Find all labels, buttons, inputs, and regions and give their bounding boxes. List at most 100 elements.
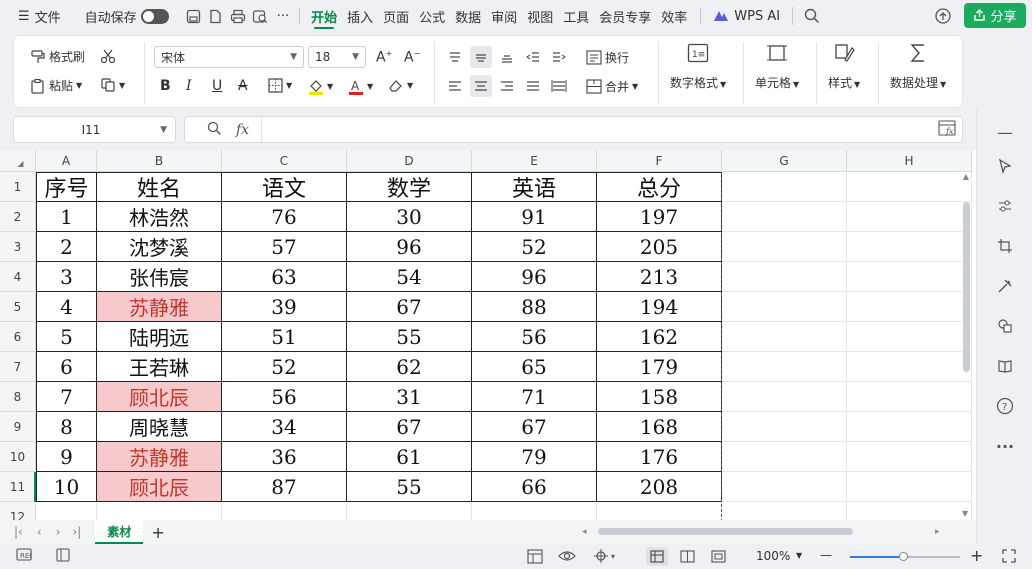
increase-font-button[interactable]: A+ — [376, 49, 392, 66]
sheet-tab-active[interactable]: 素材 — [95, 520, 144, 544]
table-cell[interactable]: 213 — [597, 262, 722, 292]
zoom-slider-handle[interactable] — [899, 552, 908, 561]
more-menu[interactable]: ··· — [273, 0, 293, 32]
empty-cell[interactable] — [722, 472, 847, 502]
clear-format-button[interactable]: ▼ — [388, 78, 413, 93]
toggle-switch[interactable] — [140, 8, 169, 24]
crop-icon[interactable] — [993, 234, 1017, 258]
empty-cell[interactable] — [722, 352, 847, 382]
save-icon[interactable] — [183, 5, 205, 27]
fill-color-button[interactable]: ▼ — [308, 78, 333, 95]
row-header[interactable]: 5 — [0, 292, 36, 322]
add-sheet-button[interactable]: + — [151, 523, 164, 542]
row-header[interactable]: 1 — [0, 172, 36, 202]
row-header[interactable]: 4 — [0, 262, 36, 292]
align-bottom-icon[interactable] — [496, 46, 518, 68]
empty-cell[interactable] — [347, 502, 472, 520]
table-header-cell[interactable]: 序号 — [36, 172, 97, 202]
font-size-select[interactable]: 18 ▼ — [308, 46, 366, 68]
vscroll-thumb[interactable] — [963, 202, 970, 372]
column-header[interactable]: F — [597, 150, 722, 172]
table-cell[interactable]: 51 — [222, 322, 347, 352]
table-cell[interactable]: 1 — [36, 202, 97, 232]
tab-3[interactable]: 公式 — [414, 0, 450, 32]
align-right-icon[interactable] — [496, 75, 518, 97]
table-cell[interactable]: 林浩然 — [97, 202, 222, 232]
column-header[interactable]: D — [347, 150, 472, 172]
empty-cell[interactable] — [847, 382, 972, 412]
table-cell[interactable]: 63 — [222, 262, 347, 292]
table-cell[interactable]: 王若琳 — [97, 352, 222, 382]
wrap-text-button[interactable]: 换行 — [586, 49, 629, 66]
empty-cell[interactable] — [472, 502, 597, 520]
normal-view-icon[interactable] — [646, 547, 668, 566]
cut-button[interactable] — [100, 48, 116, 64]
page-view-icon[interactable] — [711, 550, 726, 566]
table-cell[interactable]: 31 — [347, 382, 472, 412]
table-cell[interactable]: 96 — [472, 262, 597, 292]
name-box[interactable]: I11 ▼ — [13, 116, 176, 143]
column-header[interactable]: E — [472, 150, 597, 172]
table-cell[interactable]: 176 — [597, 442, 722, 472]
wps-ai-button[interactable]: WPS AI — [709, 0, 784, 32]
table-cell[interactable]: 55 — [347, 472, 472, 502]
table-cell[interactable]: 91 — [472, 202, 597, 232]
fx-icon[interactable]: fx — [236, 122, 249, 138]
column-header[interactable]: A — [36, 150, 97, 172]
row-header[interactable]: 2 — [0, 202, 36, 232]
column-header[interactable]: C — [222, 150, 347, 172]
table-header-cell[interactable]: 总分 — [597, 172, 722, 202]
table-cell[interactable]: 197 — [597, 202, 722, 232]
table-cell[interactable]: 张伟宸 — [97, 262, 222, 292]
select-cursor-icon[interactable] — [993, 154, 1017, 178]
search-icon[interactable] — [801, 5, 823, 27]
table-cell[interactable]: 61 — [347, 442, 472, 472]
row-header[interactable]: 11 — [0, 472, 36, 502]
formula-input[interactable] — [261, 117, 938, 142]
table-cell[interactable]: 52 — [472, 232, 597, 262]
table-cell[interactable]: 5 — [36, 322, 97, 352]
strikethrough-button[interactable]: A — [238, 78, 248, 94]
empty-cell[interactable] — [847, 352, 972, 382]
print-icon[interactable] — [227, 5, 249, 27]
last-sheet-icon[interactable]: ›| — [72, 525, 81, 539]
cell-button[interactable]: 单元格 ▼ — [755, 42, 799, 91]
empty-cell[interactable] — [847, 292, 972, 322]
table-cell[interactable]: 54 — [347, 262, 472, 292]
empty-cell[interactable] — [722, 502, 847, 520]
table-header-cell[interactable]: 英语 — [472, 172, 597, 202]
table-cell[interactable]: 67 — [472, 412, 597, 442]
hscroll-left-icon[interactable]: ◂ — [582, 527, 587, 537]
next-sheet-icon[interactable]: › — [56, 525, 61, 539]
zoom-slider[interactable] — [850, 552, 960, 561]
align-top-icon[interactable] — [444, 46, 466, 68]
share-button[interactable]: 分享 — [964, 3, 1026, 28]
font-color-button[interactable]: A ▼ — [348, 78, 373, 95]
reading-view-icon[interactable] — [680, 550, 695, 566]
empty-cell[interactable] — [847, 412, 972, 442]
tab-5[interactable]: 审阅 — [486, 0, 522, 32]
empty-cell[interactable] — [722, 412, 847, 442]
table-cell[interactable]: 39 — [222, 292, 347, 322]
tab-4[interactable]: 数据 — [450, 0, 486, 32]
table-cell[interactable]: 168 — [597, 412, 722, 442]
italic-button[interactable]: I — [186, 78, 192, 94]
row-header[interactable]: 9 — [0, 412, 36, 442]
empty-cell[interactable] — [847, 502, 972, 520]
table-cell[interactable]: 67 — [347, 292, 472, 322]
column-header[interactable]: B — [97, 150, 222, 172]
prev-sheet-icon[interactable]: ‹ — [37, 525, 42, 539]
compare-icon[interactable] — [527, 549, 543, 567]
table-cell[interactable]: 65 — [472, 352, 597, 382]
table-cell[interactable]: 71 — [472, 382, 597, 412]
zoom-dropdown-icon[interactable]: ▼ — [796, 551, 802, 560]
table-cell[interactable]: 194 — [597, 292, 722, 322]
font-name-select[interactable]: 宋体 ▼ — [154, 46, 304, 68]
table-cell[interactable]: 67 — [347, 412, 472, 442]
table-cell[interactable]: 179 — [597, 352, 722, 382]
table-cell[interactable]: 66 — [472, 472, 597, 502]
bold-button[interactable]: B — [160, 78, 171, 94]
sheet-manager-icon[interactable] — [56, 548, 70, 565]
table-cell[interactable]: 7 — [36, 382, 97, 412]
table-cell[interactable]: 30 — [347, 202, 472, 232]
